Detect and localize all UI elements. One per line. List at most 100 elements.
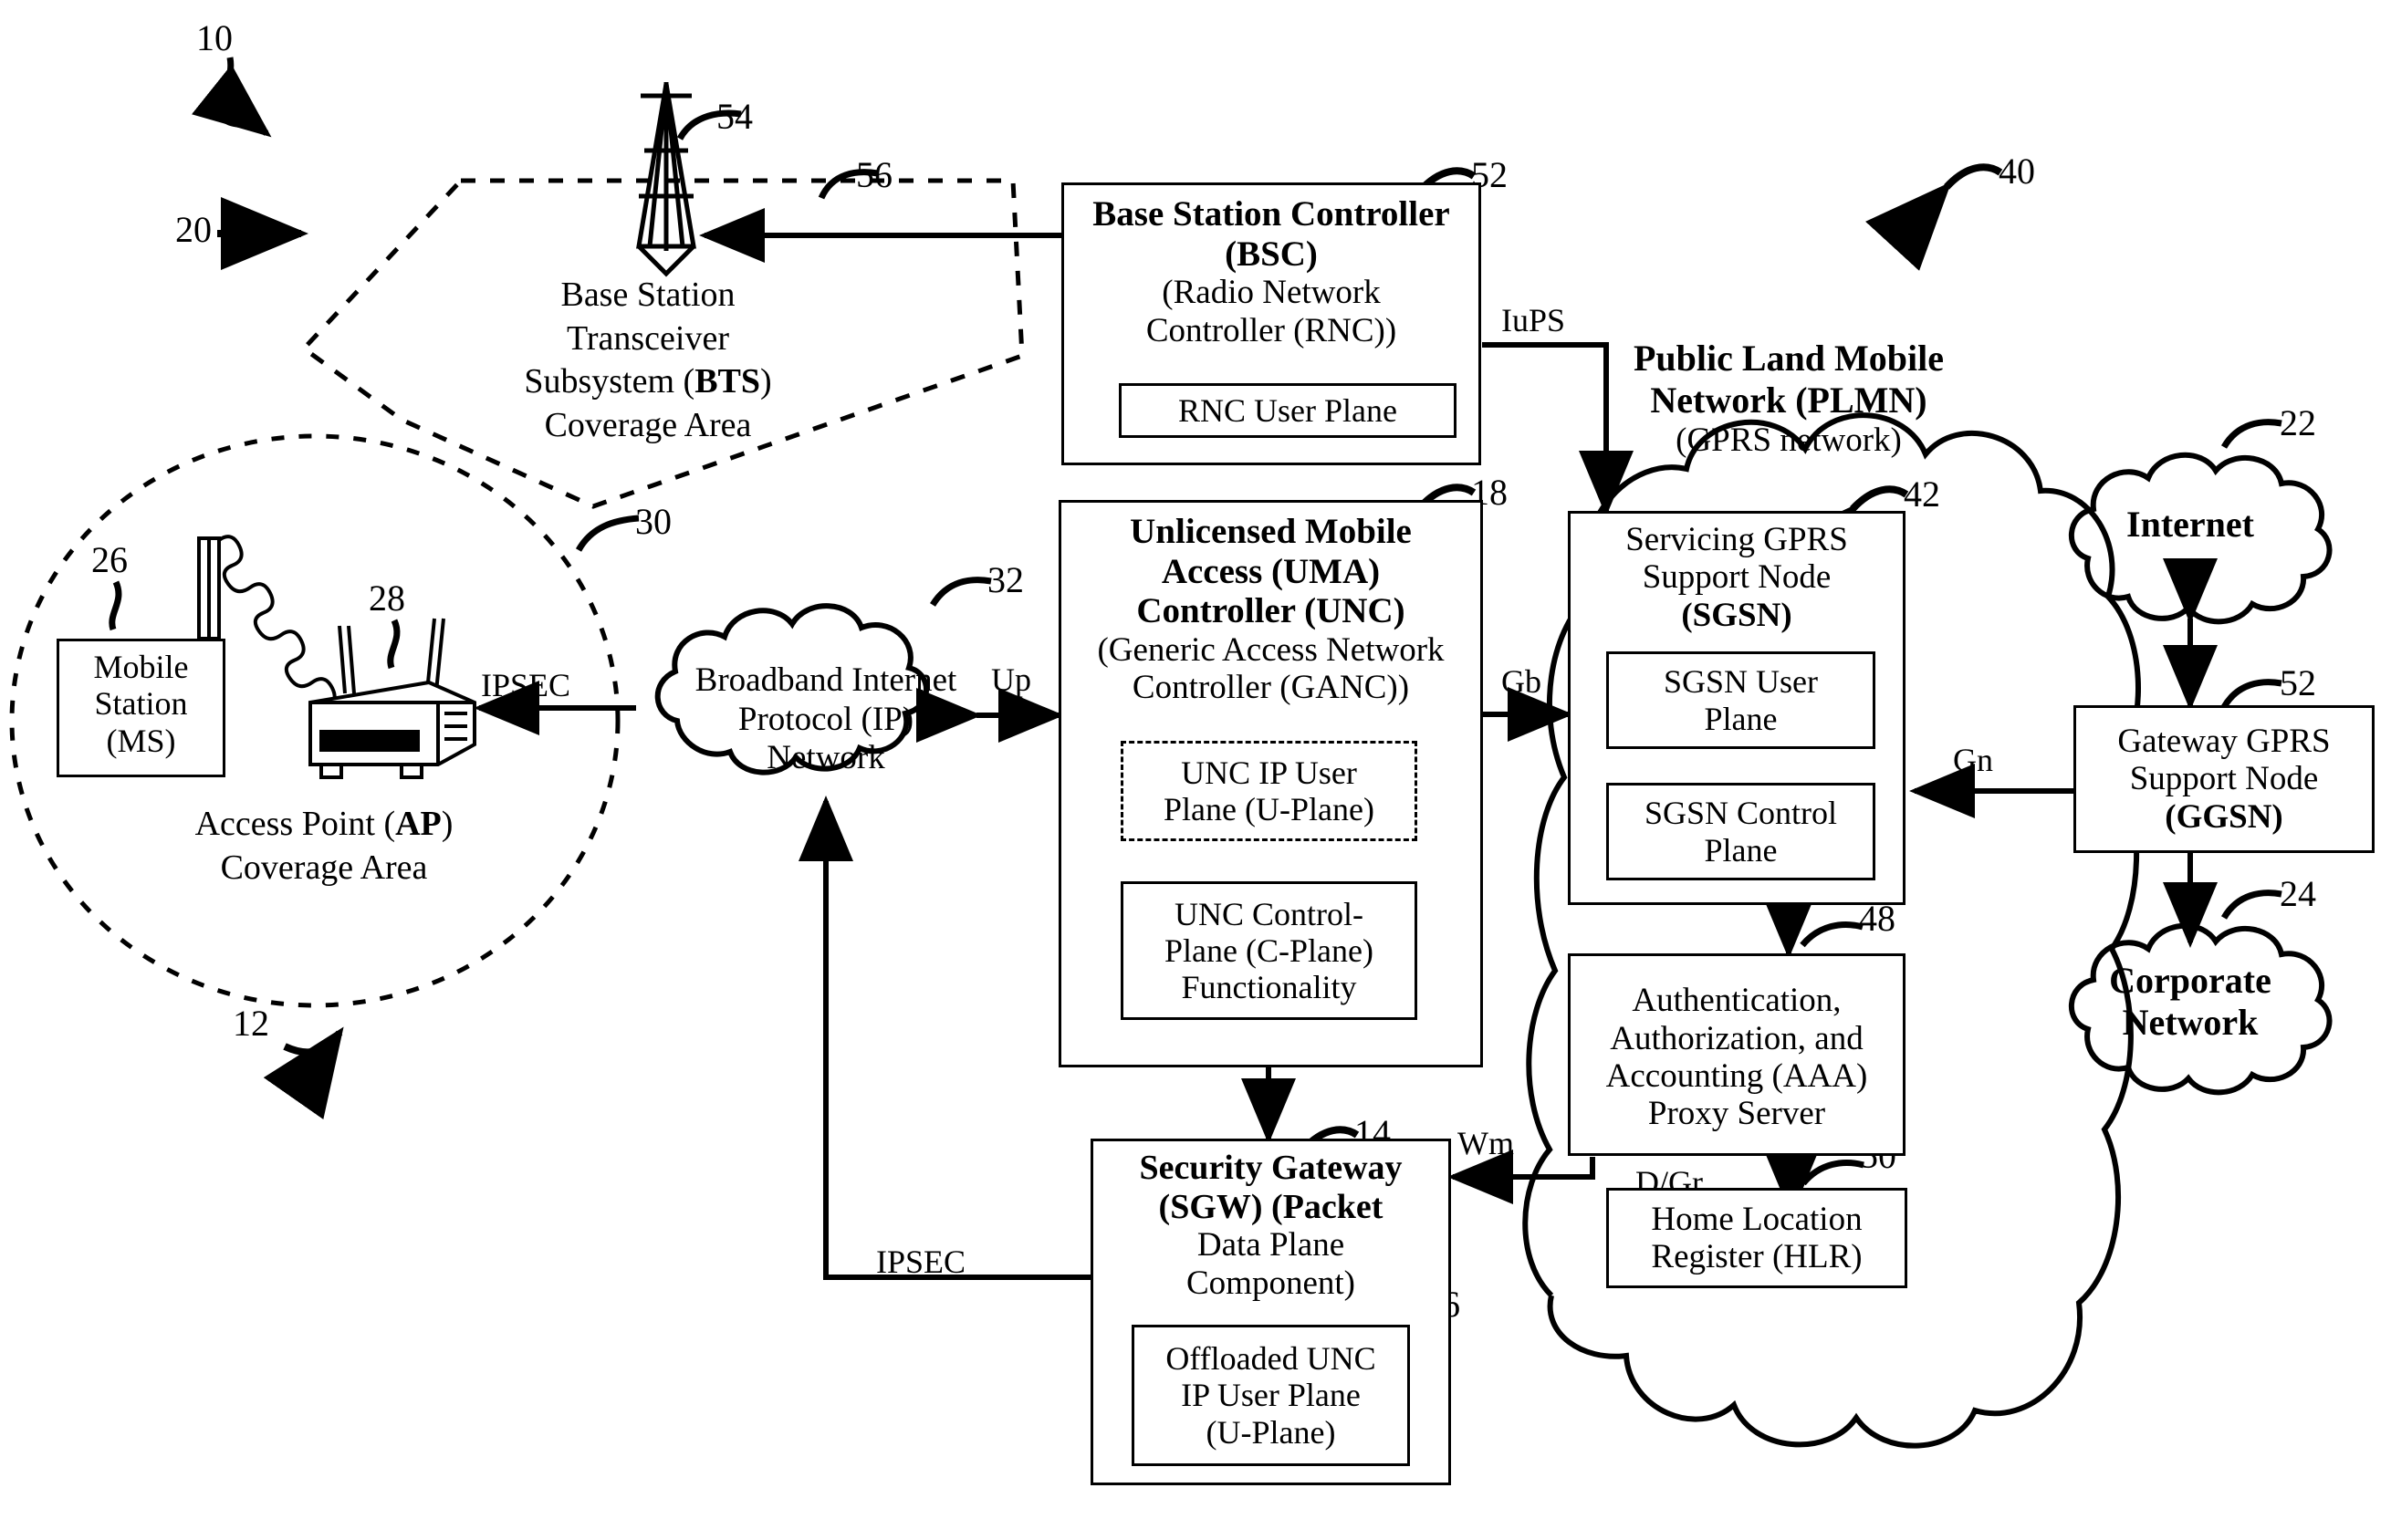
sgw-title-line4: Component): [1186, 1264, 1355, 1302]
hlr-line2-text: Register (HLR): [1651, 1238, 1863, 1275]
ref-32-leader: [930, 577, 992, 607]
ref-28-leader: [387, 619, 401, 670]
sgw-title-line3: Data Plane: [1196, 1226, 1345, 1264]
unc-cplane-line2: Plane (C-Plane): [1164, 931, 1373, 969]
ggsn-line3: (GGSN): [2165, 797, 2283, 836]
aaa-line3: Accounting (AAA): [1605, 1057, 1868, 1095]
ref-numeral-10: 10: [196, 17, 233, 58]
interface-label-iups: IuPS: [1501, 302, 1566, 338]
bts-coverage-label: Base Station Transceiver Subsystem (BTS)…: [484, 274, 812, 447]
sgw-title-line2: (SGW) (Packet: [1158, 1187, 1383, 1226]
rnc-user-plane-box: RNC User Plane: [1119, 383, 1457, 438]
sgsn-title-line2: Support Node: [1642, 558, 1832, 597]
ggsn-box: Gateway GPRS Support Node (GGSN): [2073, 705, 2375, 853]
ref-numeral-42: 42: [1904, 473, 1940, 515]
internet-label: Internet: [2126, 504, 2254, 545]
sgsn-control-plane-box: SGSN Control Plane: [1606, 783, 1875, 880]
sgsn-user-plane-line1: SGSN User: [1663, 663, 1818, 701]
ref-numeral-28: 28: [369, 578, 405, 619]
ref-numeral-24: 24: [2280, 873, 2316, 914]
hlr-line2: Register (HLR): [1651, 1238, 1862, 1275]
unc-ip-user-plane-box: UNC IP User Plane (U-Plane): [1121, 741, 1417, 841]
plmn-subtitle: (GPRS network): [1676, 421, 1902, 459]
ggsn-line2: Support Node: [2129, 760, 2319, 798]
ref-42-leader: [1771, 485, 1909, 593]
link-sgw-ipsec-cloud: [799, 796, 1091, 1280]
corporate-line2: Network: [2122, 1002, 2259, 1043]
ap-coverage-label: Access Point (AP) Coverage Area: [141, 803, 506, 890]
corporate-network-label: Corporate Network: [2067, 960, 2313, 1044]
bsc-subtitle-line2: Controller (RNC)): [1145, 311, 1397, 349]
sgsn-control-plane-line1: SGSN Control: [1644, 795, 1838, 832]
plmn-label: Public Land Mobile Network (PLMN) (GPRS …: [1606, 338, 1971, 461]
aaa-line2: Authorization, and: [1610, 1019, 1864, 1057]
ap-coverage-line1-post: ): [441, 805, 454, 843]
interface-label-gb: Gb: [1501, 663, 1541, 700]
interface-label-gn: Gn: [1953, 742, 1993, 778]
offloaded-line1: Offloaded UNC: [1165, 1340, 1376, 1378]
sgsn-title-line1: Servicing GPRS: [1625, 521, 1848, 558]
aaa-line1: Authentication,: [1632, 982, 1842, 1020]
unc-control-plane-box: UNC Control- Plane (C-Plane) Functionali…: [1121, 881, 1417, 1020]
ref-numeral-32: 32: [987, 559, 1024, 600]
access-point-icon: [308, 618, 476, 779]
bts-label-line2: Transceiver: [567, 318, 729, 358]
bts-label-line3: Subsystem (BTS): [484, 360, 812, 404]
ref-50-leader: [1801, 1160, 1864, 1186]
broadband-ip-label: Broadband Internet Protocol (IP) Network: [653, 661, 999, 778]
bts-label-line3-post: ): [760, 362, 772, 401]
plmn-title-line1: Public Land Mobile: [1633, 338, 1945, 379]
bts-tower-icon: [636, 82, 696, 277]
ggsn-line1: Gateway GPRS: [2117, 722, 2331, 760]
ref-numeral-26: 26: [91, 539, 128, 580]
ref-numeral-12: 12: [233, 1003, 269, 1044]
bsc-title-line1: Base Station Controller: [1092, 194, 1450, 234]
bts-label-line1: Base Station: [560, 276, 736, 314]
bsc-subtitle-line1: (Radio Network: [1162, 274, 1381, 312]
mobile-station-box: Mobile Station (MS): [57, 639, 225, 777]
patent-figure: 10 20 54 56 52 40 22 24 52 18 42 44 46 4…: [0, 0, 2391, 1540]
bts-label-line3-pre: Subsystem (: [524, 362, 695, 401]
offloaded-unc-ip-user-plane-box: Offloaded UNC IP User Plane (U-Plane): [1132, 1325, 1410, 1466]
broadband-line3: Network: [767, 739, 885, 777]
interface-label-wm: Wm: [1457, 1125, 1514, 1161]
ref-numeral-40: 40: [1999, 151, 2035, 192]
ref-12-leader: [263, 1026, 344, 1120]
unc-title-line3: Controller (UNC): [1136, 591, 1405, 631]
unc-subtitle-line2: Controller (GANC)): [1132, 669, 1410, 707]
ap-coverage-line2: Coverage Area: [220, 848, 428, 887]
unc-uplane-line1: UNC IP User: [1181, 754, 1357, 791]
unc-title-line2: Access (UMA): [1161, 551, 1381, 591]
sgsn-title-line3: (SGSN): [1681, 596, 1792, 634]
offloaded-line3: (U-Plane): [1206, 1413, 1336, 1451]
mobile-station-line1: Mobile: [93, 649, 189, 685]
ref-numeral-30: 30: [635, 501, 672, 542]
mobile-station-line2: Station: [94, 685, 188, 723]
ref-numeral-54: 54: [716, 96, 753, 137]
ap-coverage-line1: Access Point (AP): [141, 803, 506, 847]
unc-uplane-line2: Plane (U-Plane): [1164, 791, 1374, 827]
mobile-station-antenna: [197, 536, 221, 640]
hlr-box: Home Location Register (HLR): [1606, 1188, 1907, 1288]
ref-numeral-52-ggsn: 52: [2280, 662, 2316, 703]
hlr-line1: Home Location: [1651, 1200, 1863, 1238]
rf-link-coil: [217, 535, 337, 710]
broadband-line1: Broadband Internet: [694, 661, 957, 699]
aaa-line4: Proxy Server: [1647, 1095, 1826, 1133]
aaa-proxy-server-box: Authentication, Authorization, and Accou…: [1568, 953, 1905, 1156]
ref-10-leader: [191, 57, 272, 138]
bts-label-line3-bold: BTS: [694, 362, 761, 401]
mobile-station-line3: (MS): [106, 722, 176, 759]
ref-40-leader: [1865, 163, 2003, 271]
ref-52-ggsn-leader: [2220, 679, 2282, 709]
ref-22-leader: [2220, 419, 2282, 449]
sgsn-user-plane-box: SGSN User Plane: [1606, 651, 1875, 749]
bsc-title-line2: (BSC): [1225, 234, 1318, 274]
sgsn-control-plane-line2: Plane: [1704, 831, 1778, 869]
ref-26-leader: [109, 580, 122, 631]
offloaded-line2: IP User Plane: [1181, 1377, 1361, 1414]
ref-numeral-22: 22: [2280, 402, 2316, 443]
ref-48-leader: [1800, 921, 1864, 948]
unc-title-line1: Unlicensed Mobile: [1130, 512, 1412, 551]
sgw-title-line1: Security Gateway: [1139, 1149, 1403, 1187]
